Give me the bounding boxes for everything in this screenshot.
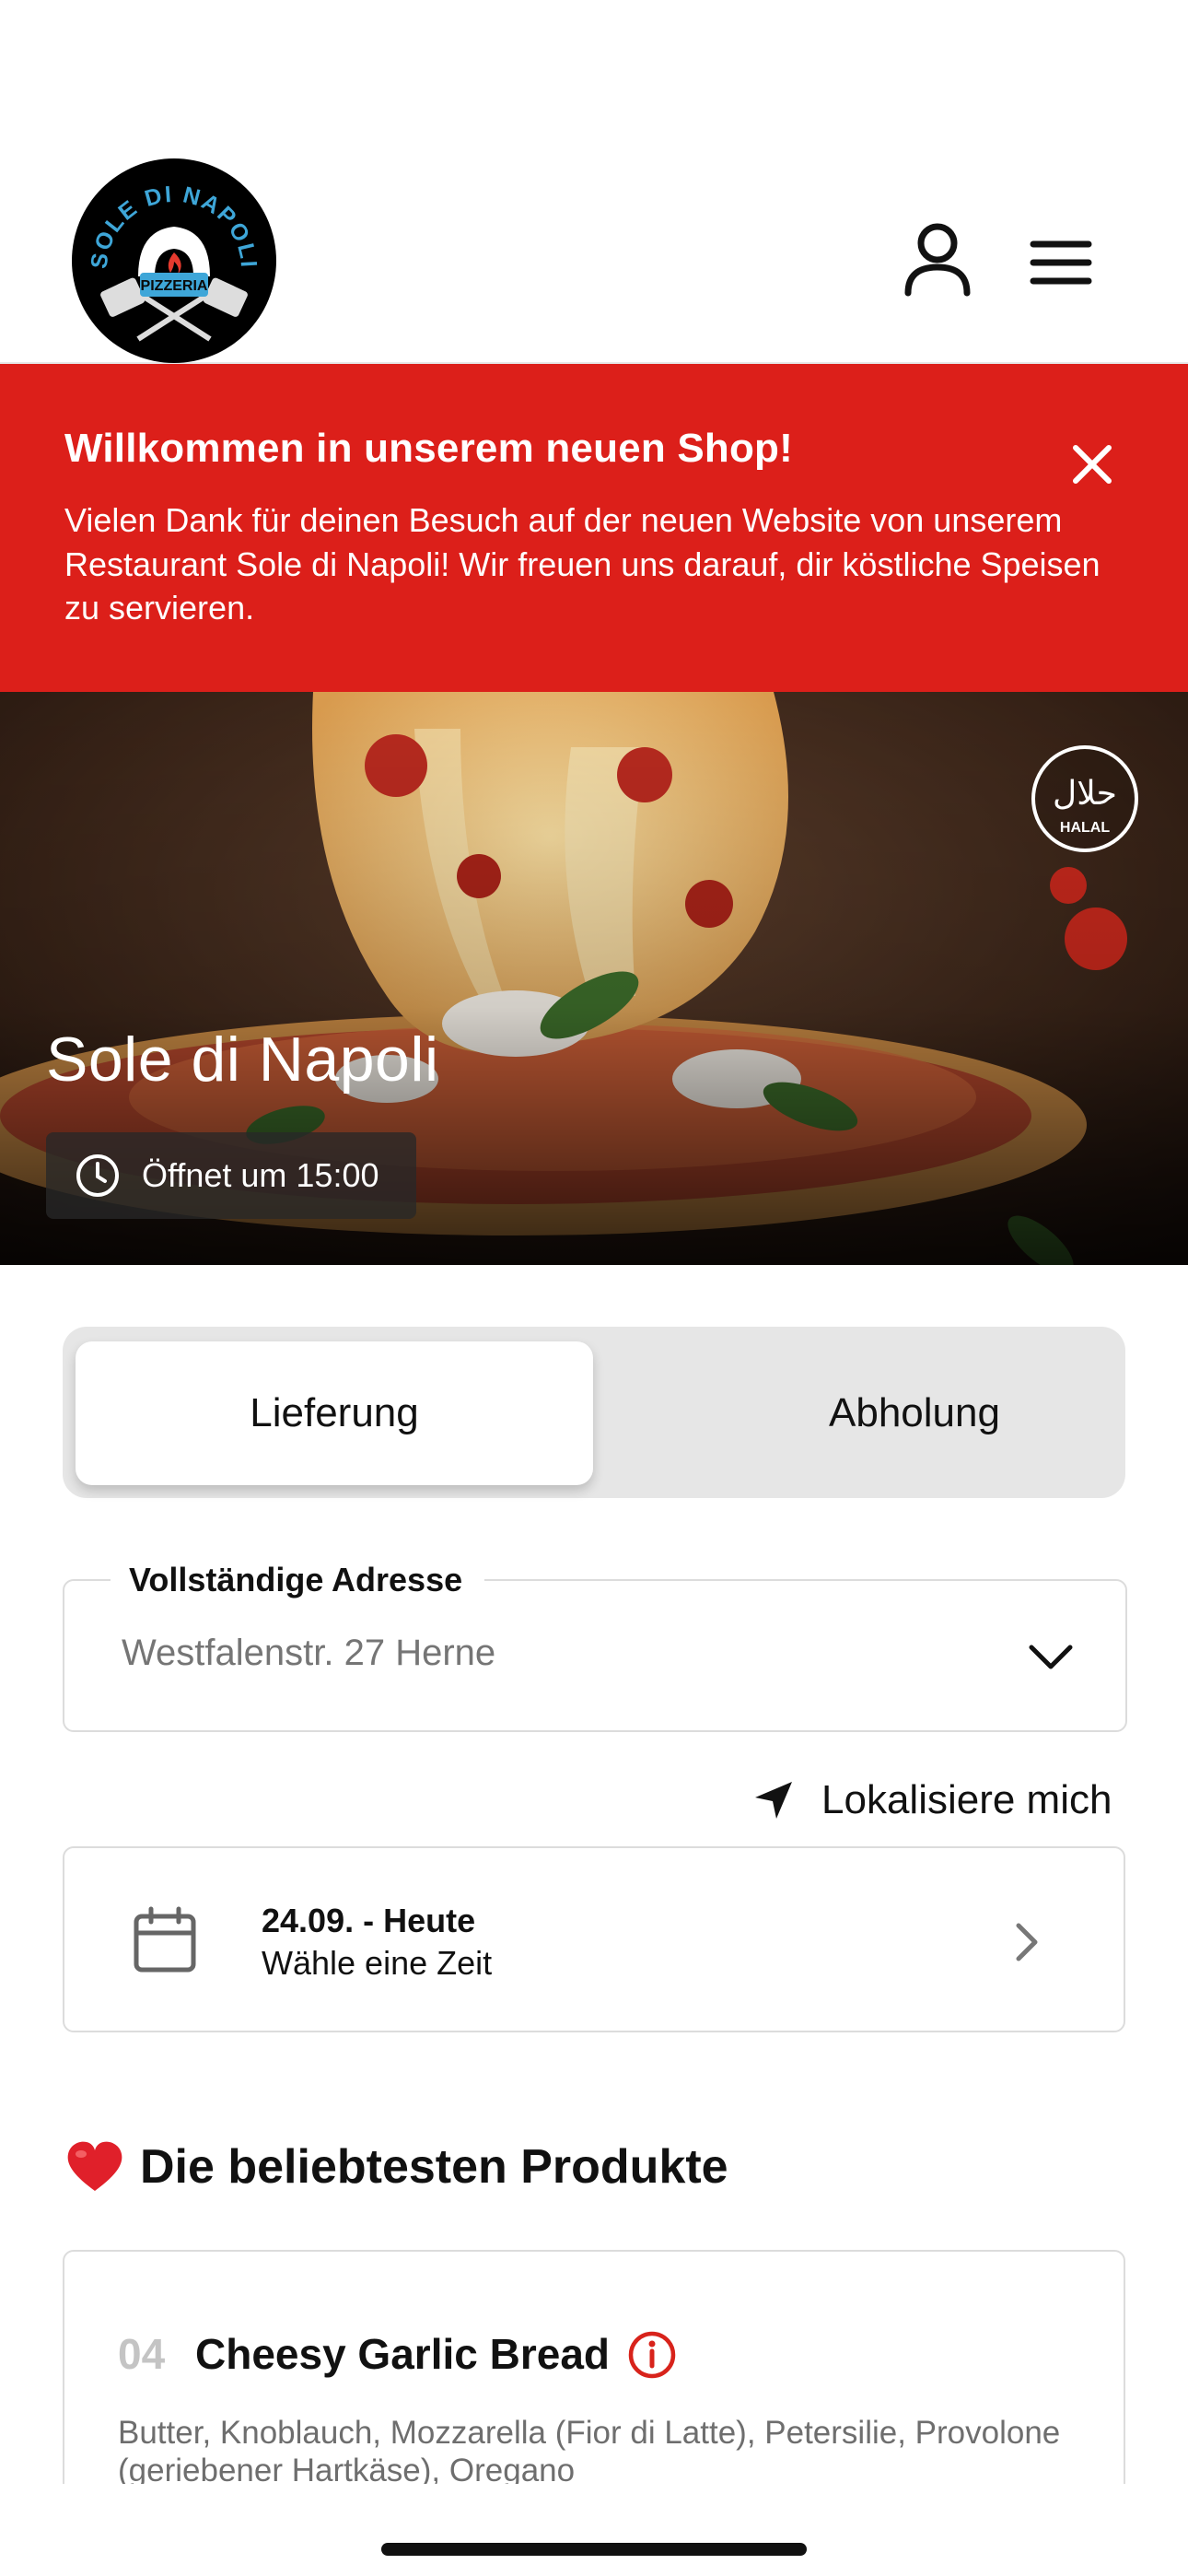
info-icon[interactable] [626, 2329, 678, 2381]
tab-delivery[interactable]: Lieferung [76, 1341, 593, 1485]
home-indicator[interactable] [381, 2543, 807, 2556]
chevron-down-icon[interactable] [1026, 1633, 1076, 1682]
product-name: Cheesy Garlic Bread [195, 2330, 611, 2378]
chevron-right-icon [1016, 1923, 1038, 1961]
banner-close-button[interactable] [1068, 440, 1116, 488]
location-arrow-icon [755, 1782, 792, 1819]
hero-image: Sole di Napoli Öffnet um 15:00 حلال HALA… [0, 692, 1188, 1265]
hamburger-menu-icon [1030, 240, 1092, 285]
logo-ribbon-text: PIZZERIA [141, 278, 208, 294]
close-icon [1073, 445, 1112, 484]
locate-me-button[interactable]: Lokalisiere mich [753, 1773, 1112, 1828]
site-header: SOLE DI NAPOLI PIZZERIA [0, 0, 1188, 364]
schedule-date: 24.09. - Heute [262, 1902, 476, 1939]
welcome-banner: Willkommen in unserem neuen Shop! Vielen… [0, 364, 1188, 692]
schedule-time-card[interactable]: 24.09. - Heute Wähle eine Zeit [63, 1846, 1125, 2032]
product-description: Butter, Knoblauch, Mozzarella (Fior di L… [118, 2415, 1061, 2489]
account-button[interactable] [901, 221, 974, 304]
user-icon [904, 223, 971, 297]
clock-icon [76, 1154, 119, 1197]
locate-me-label: Lokalisiere mich [821, 1777, 1112, 1822]
svg-text:HALAL: HALAL [1060, 820, 1110, 836]
halal-badge-icon: حلال HALAL [1031, 745, 1138, 852]
bottom-safe-area [0, 2484, 1188, 2576]
product-number: 04 [118, 2330, 166, 2378]
popular-products-heading: Die beliebtesten Produkte [64, 2139, 728, 2195]
menu-button[interactable] [1030, 235, 1094, 290]
address-label: Vollständige Adresse [111, 1561, 485, 1599]
schedule-hint: Wähle eine Zeit [262, 1944, 493, 1982]
opening-status-text: Öffnet um 15:00 [142, 1156, 379, 1194]
address-field[interactable]: Vollständige Adresse [63, 1561, 1127, 1732]
order-mode-toggle: Lieferung Abholung [63, 1327, 1125, 1498]
opening-status-badge: Öffnet um 15:00 [46, 1132, 416, 1219]
tab-pickup[interactable]: Abholung [656, 1341, 1173, 1485]
banner-text: Vielen Dank für deinen Besuch auf der ne… [64, 501, 1101, 627]
svg-text:حلال: حلال [1053, 775, 1117, 813]
address-input[interactable] [122, 1633, 950, 1674]
restaurant-logo[interactable]: SOLE DI NAPOLI PIZZERIA [72, 158, 276, 363]
calendar-icon [134, 1906, 196, 1973]
banner-title: Willkommen in unserem neuen Shop! [64, 426, 793, 471]
pizza-oven-logo-icon: SOLE DI NAPOLI PIZZERIA [75, 161, 274, 360]
restaurant-name: Sole di Napoli [46, 1025, 439, 1095]
popular-products-title: Die beliebtesten Produkte [140, 2140, 728, 2194]
heart-icon [67, 2141, 122, 2191]
